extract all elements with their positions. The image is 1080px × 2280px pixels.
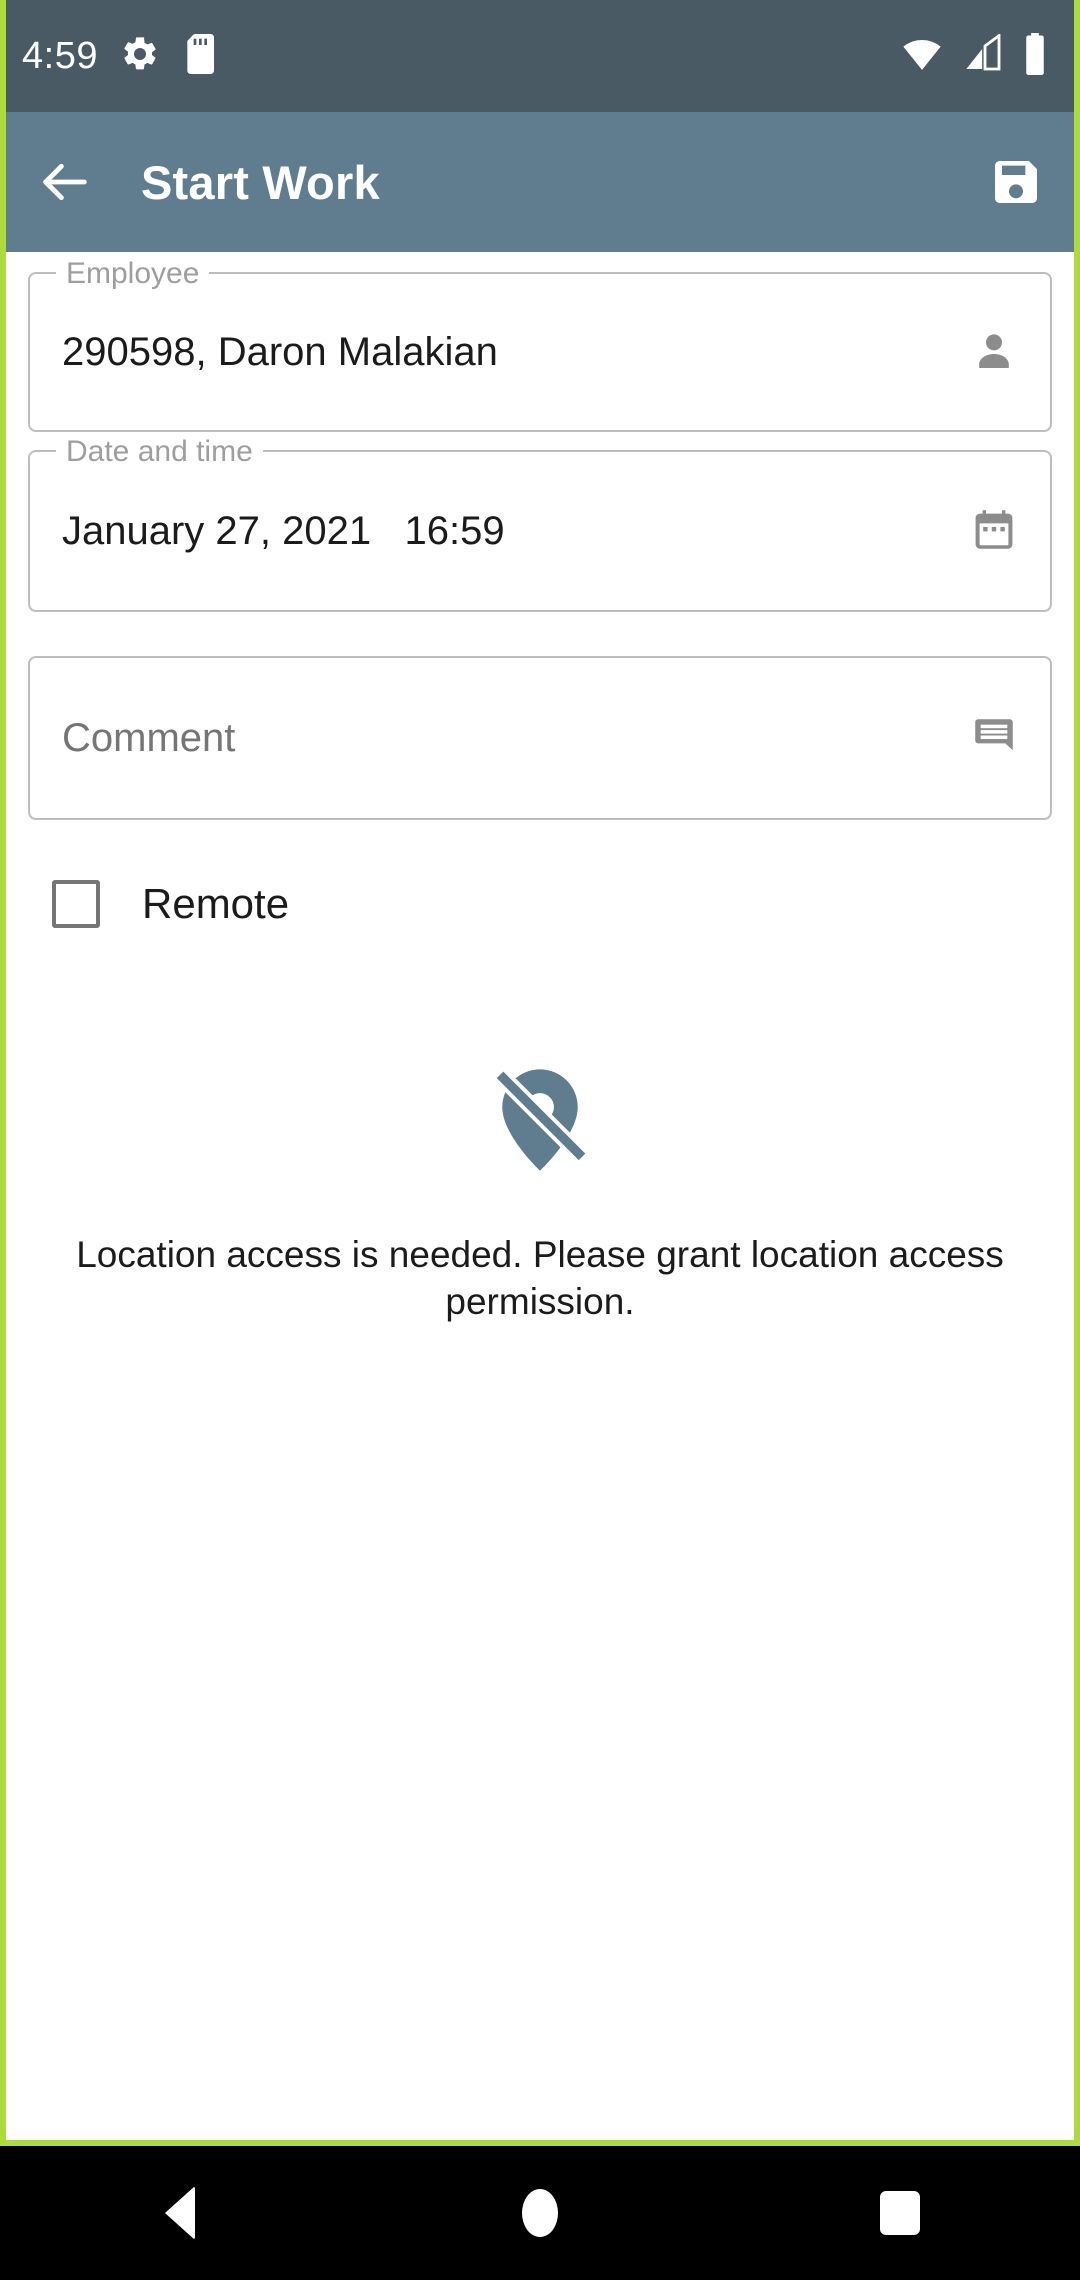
nav-home-circle-icon xyxy=(522,2189,558,2237)
cellular-signal-icon xyxy=(962,32,1004,79)
back-arrow-icon[interactable] xyxy=(36,153,94,211)
calendar-icon[interactable] xyxy=(966,503,1022,559)
app-bar: Start Work xyxy=(6,112,1074,252)
remote-checkbox-label: Remote xyxy=(142,880,290,927)
nav-recents-square-icon xyxy=(880,2191,920,2235)
status-clock: 4:59 xyxy=(22,35,98,77)
employee-field-label: Employee xyxy=(56,259,210,289)
comment-field-placeholder: Comment xyxy=(62,716,236,760)
nav-home-button[interactable] xyxy=(360,2146,720,2280)
app-content: 4:59 Start Work Employee 290598, Daron M… xyxy=(6,0,1074,2140)
datetime-field-label: Date and time xyxy=(56,437,263,467)
comment-bubble-icon[interactable] xyxy=(966,710,1022,766)
employee-field[interactable]: Employee 290598, Daron Malakian xyxy=(28,259,1052,432)
comment-field[interactable]: Comment xyxy=(28,656,1052,820)
datetime-field[interactable]: Date and time January 27, 2021 16:59 xyxy=(28,437,1052,612)
status-bar-left: 4:59 xyxy=(22,33,216,79)
wifi-icon xyxy=(900,34,944,79)
save-floppy-icon[interactable] xyxy=(988,154,1044,210)
nav-back-button[interactable] xyxy=(0,2146,360,2280)
form-body: Employee 290598, Daron Malakian Date and… xyxy=(6,259,1074,2140)
remote-checkbox[interactable] xyxy=(52,880,100,928)
person-icon[interactable] xyxy=(966,324,1022,380)
gear-icon xyxy=(120,34,160,79)
status-bar: 4:59 xyxy=(6,0,1074,112)
remote-checkbox-row[interactable]: Remote xyxy=(28,880,289,928)
location-off-icon xyxy=(478,1058,602,1187)
sd-card-icon xyxy=(182,33,216,79)
phone-screen: 4:59 Start Work Employee 290598, Daron M… xyxy=(0,0,1080,2280)
android-nav-bar xyxy=(0,2146,1080,2280)
employee-field-value: 290598, Daron Malakian xyxy=(62,330,498,374)
location-permission-message: Location access is needed. Please grant … xyxy=(76,1234,1004,1323)
nav-back-triangle-icon xyxy=(165,2186,195,2240)
battery-icon xyxy=(1022,32,1048,80)
location-permission-state: Location access is needed. Please grant … xyxy=(28,1058,1052,1326)
datetime-field-value: January 27, 2021 16:59 xyxy=(62,509,505,553)
app-accent-frame: 4:59 Start Work Employee 290598, Daron M… xyxy=(0,0,1080,2146)
status-bar-right xyxy=(900,32,1048,80)
nav-recents-button[interactable] xyxy=(720,2146,1080,2280)
page-title: Start Work xyxy=(141,155,380,209)
